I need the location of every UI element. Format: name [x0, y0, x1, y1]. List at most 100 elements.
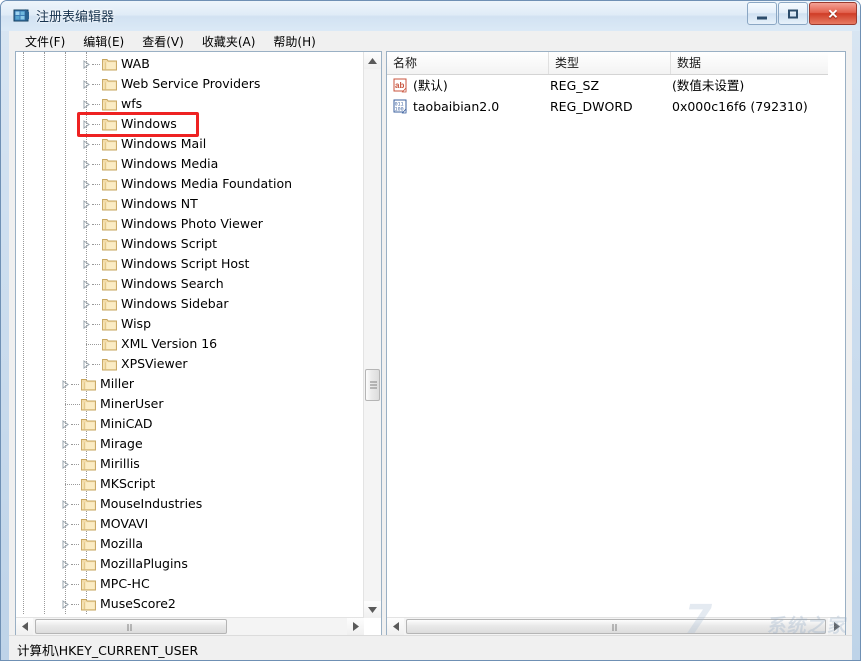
tree-scrollbar-thumb[interactable] [365, 369, 380, 401]
tree-item-mirage[interactable]: Mirage [16, 434, 364, 454]
menu-item-help[interactable]: 帮助(H) [265, 31, 323, 52]
folder-icon [81, 597, 96, 611]
tree-item-windows-search[interactable]: Windows Search [16, 274, 364, 294]
tree-scroll-right-button[interactable] [347, 618, 364, 635]
registry-values-pane: 名称 类型 数据 ab (默认) REG_SZ (数值未设置) 011 100 … [386, 51, 846, 636]
chevron-right-icon[interactable] [61, 540, 70, 549]
folder-icon [102, 357, 117, 371]
value-name: (默认) [413, 78, 448, 93]
chevron-right-icon[interactable] [82, 260, 91, 269]
tree-item-xpsviewer[interactable]: XPSViewer [16, 354, 364, 374]
column-header-data[interactable]: 数据 [671, 52, 828, 74]
column-header-type[interactable]: 类型 [549, 52, 671, 74]
tree-item-web-service-providers[interactable]: Web Service Providers [16, 74, 364, 94]
tree-item-label: Web Service Providers [121, 76, 261, 91]
tree-item-miller[interactable]: Miller [16, 374, 364, 394]
chevron-right-icon[interactable] [82, 220, 91, 229]
tree-item-wab[interactable]: WAB [16, 54, 364, 74]
registry-editor-window: 注册表编辑器 ✕ 文件(F) 编辑(E) 查看(V) 收藏夹(A) 帮助(H) [0, 0, 861, 661]
tree-item-windows-script[interactable]: Windows Script [16, 234, 364, 254]
folder-icon [102, 57, 117, 71]
tree-item-xml-version-16[interactable]: XML Version 16 [16, 334, 364, 354]
tree-item-windows-script-host[interactable]: Windows Script Host [16, 254, 364, 274]
tree-item-movavi[interactable]: MOVAVI [16, 514, 364, 534]
title-bar: 注册表编辑器 ✕ [1, 1, 860, 31]
values-scroll-left-button[interactable] [387, 618, 404, 635]
chevron-right-icon[interactable] [82, 300, 91, 309]
chevron-right-icon[interactable] [82, 140, 91, 149]
values-hscrollbar-thumb[interactable] [406, 619, 826, 634]
tree-item-mirillis[interactable]: Mirillis [16, 454, 364, 474]
tree-item-wisp[interactable]: Wisp [16, 314, 364, 334]
chevron-right-icon[interactable] [61, 420, 70, 429]
menu-item-file[interactable]: 文件(F) [17, 31, 73, 52]
menu-item-view[interactable]: 查看(V) [134, 31, 192, 52]
tree-item-mkscript[interactable]: MKScript [16, 474, 364, 494]
folder-icon [102, 77, 117, 91]
chevron-right-icon[interactable] [82, 180, 91, 189]
chevron-right-icon[interactable] [61, 440, 70, 449]
chevron-right-icon[interactable] [61, 520, 70, 529]
close-button[interactable]: ✕ [809, 2, 857, 25]
menu-item-favorites[interactable]: 收藏夹(A) [194, 31, 264, 52]
tree-item-minicad[interactable]: MiniCAD [16, 414, 364, 434]
tree-item-mouseindustries[interactable]: MouseIndustries [16, 494, 364, 514]
tree-scroll-left-button[interactable] [16, 618, 33, 635]
values-scroll-right-button[interactable] [828, 618, 845, 635]
chevron-right-icon[interactable] [61, 500, 70, 509]
tree-item-windows-nt[interactable]: Windows NT [16, 194, 364, 214]
value-row[interactable]: ab (默认) REG_SZ (数值未设置) [387, 75, 828, 96]
tree-item-label: Mirillis [100, 456, 140, 471]
tree-connector-line [92, 364, 100, 366]
tree-item-windows-sidebar[interactable]: Windows Sidebar [16, 294, 364, 314]
chevron-right-icon[interactable] [61, 380, 70, 389]
caret-left-icon [393, 622, 399, 631]
tree-item-musescore2[interactable]: MuseScore2 [16, 594, 364, 614]
chevron-right-icon[interactable] [82, 100, 91, 109]
values-horizontal-scrollbar[interactable] [387, 617, 845, 635]
tree-hscrollbar-thumb[interactable] [35, 619, 227, 634]
tree-item-windows[interactable]: Windows [16, 114, 364, 134]
chevron-right-icon[interactable] [82, 200, 91, 209]
tree-item-mineruser[interactable]: MinerUser [16, 394, 364, 414]
column-header-name[interactable]: 名称 [387, 52, 549, 74]
panes-container: WAB Web Service Providers wfs Windows Window… [9, 51, 852, 636]
tree-item-wfs[interactable]: wfs [16, 94, 364, 114]
tree-item-windows-mail[interactable]: Windows Mail [16, 134, 364, 154]
tree-scroll-up-button[interactable] [364, 52, 381, 69]
tree-item-label: Windows NT [121, 196, 198, 211]
chevron-right-icon[interactable] [82, 80, 91, 89]
values-list[interactable]: ab (默认) REG_SZ (数值未设置) 011 100 taobaibia… [387, 75, 828, 618]
chevron-right-icon[interactable] [82, 60, 91, 69]
tree-item-mpc-hc[interactable]: MPC-HC [16, 574, 364, 594]
tree-connector-line [92, 164, 100, 166]
tree-item-mozilla[interactable]: Mozilla [16, 534, 364, 554]
chevron-right-icon[interactable] [82, 120, 91, 129]
chevron-right-icon[interactable] [61, 560, 70, 569]
minimize-button[interactable] [747, 2, 777, 25]
tree-item-label: Mozilla [100, 536, 144, 551]
chevron-right-icon[interactable] [61, 580, 70, 589]
tree-connector-line [71, 504, 79, 506]
tree-vertical-scrollbar[interactable] [363, 52, 381, 618]
chevron-right-icon[interactable] [61, 600, 70, 609]
tree-item-label: XML Version 16 [121, 336, 218, 351]
tree-item-windows-media-foundation[interactable]: Windows Media Foundation [16, 174, 364, 194]
tree-horizontal-scrollbar[interactable] [16, 617, 364, 635]
menu-item-edit[interactable]: 编辑(E) [75, 31, 132, 52]
chevron-right-icon[interactable] [82, 360, 91, 369]
tree-item-windows-media[interactable]: Windows Media [16, 154, 364, 174]
tree-item-label: Windows Search [121, 276, 224, 291]
maximize-button[interactable] [778, 2, 808, 25]
chevron-right-icon[interactable] [82, 240, 91, 249]
tree-connector-line [71, 584, 79, 586]
registry-tree[interactable]: WAB Web Service Providers wfs Windows Window… [16, 52, 364, 618]
chevron-right-icon[interactable] [82, 320, 91, 329]
tree-item-windows-photo-viewer[interactable]: Windows Photo Viewer [16, 214, 364, 234]
tree-scroll-down-button[interactable] [364, 601, 381, 618]
chevron-right-icon[interactable] [61, 460, 70, 469]
value-row[interactable]: 011 100 taobaibian2.0 REG_DWORD 0x000c16… [387, 96, 828, 117]
tree-item-mozillaplugins[interactable]: MozillaPlugins [16, 554, 364, 574]
chevron-right-icon[interactable] [82, 280, 91, 289]
chevron-right-icon[interactable] [82, 160, 91, 169]
